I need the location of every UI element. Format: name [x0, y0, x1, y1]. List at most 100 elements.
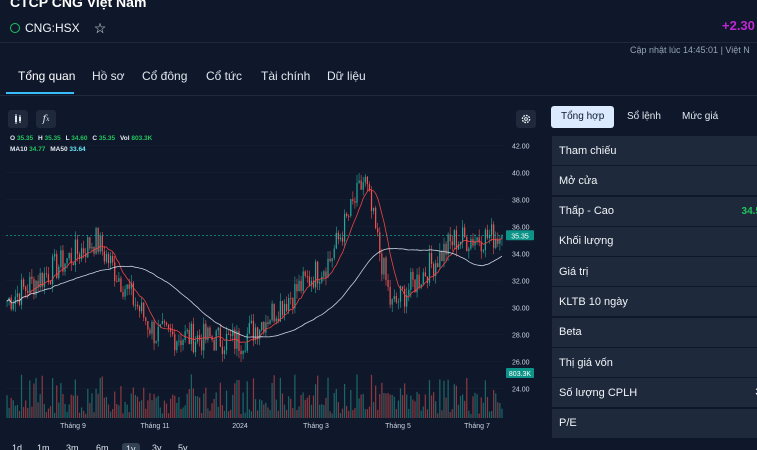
- candle-body: [362, 182, 364, 190]
- volume-bar: [20, 374, 23, 418]
- price-chart[interactable]: 42.0040.0038.0036.0034.0032.0030.0028.00…: [0, 96, 545, 436]
- volume-bar: [230, 409, 232, 418]
- volume-bar: [39, 394, 41, 418]
- timeframe-3y[interactable]: 3y: [152, 443, 162, 450]
- volume-bar: [227, 411, 230, 418]
- candle-body: [33, 279, 35, 295]
- volume-bar: [207, 408, 209, 418]
- volume-bar: [493, 390, 495, 418]
- candle-body: [172, 331, 174, 335]
- tab-data[interactable]: Dữ liệu: [327, 69, 366, 83]
- timeframe-1d[interactable]: 1d: [12, 443, 22, 450]
- candle-body: [337, 232, 339, 240]
- candle-body: [49, 281, 52, 285]
- tab-profile[interactable]: Hồ sơ: [92, 69, 125, 83]
- tab-order-book[interactable]: Sổ lệnh: [617, 106, 671, 128]
- candle-body: [418, 274, 420, 288]
- volume-bar: [368, 406, 371, 418]
- candle-body: [153, 321, 155, 344]
- volume-bar: [464, 400, 466, 418]
- tab-dividends[interactable]: Cổ tức: [206, 69, 242, 83]
- timeframe-1y[interactable]: 1y: [122, 443, 140, 450]
- stats-list: Tham chiếu Mở cửa Thấp - Cao 34.5 Khối lư…: [552, 136, 757, 439]
- candle-body: [464, 227, 466, 237]
- tab-overview[interactable]: Tổng quan: [18, 69, 75, 83]
- candle-body: [385, 257, 387, 280]
- volume-bar: [414, 401, 416, 418]
- volume-bar: [33, 383, 35, 418]
- volume-bar: [331, 413, 333, 418]
- candle-body: [174, 334, 176, 351]
- volume-bar: [211, 403, 213, 418]
- candle-body: [377, 228, 379, 233]
- candle-body: [294, 284, 296, 309]
- volume-bar: [22, 406, 25, 418]
- volume-bar: [101, 376, 103, 418]
- price-tick-label: 26.00: [512, 360, 530, 367]
- stat-pe: P/E: [552, 408, 757, 438]
- volume-bar: [136, 396, 139, 418]
- candle-body: [27, 290, 29, 293]
- timeframe-1m[interactable]: 1m: [37, 443, 50, 450]
- volume-bar: [186, 393, 188, 418]
- stat-label: Mở cửa: [559, 174, 598, 187]
- volume-bar: [83, 410, 85, 418]
- timeframe-6m[interactable]: 6m: [96, 443, 109, 450]
- candle-body: [317, 261, 319, 284]
- volume-bar: [430, 395, 433, 418]
- volume-bar: [356, 374, 358, 418]
- candle-body: [296, 284, 298, 292]
- candle-body: [472, 238, 474, 246]
- volume-bar: [277, 410, 279, 418]
- volume-bar: [70, 394, 72, 418]
- volume-bar: [377, 409, 379, 418]
- candle-body: [194, 341, 197, 353]
- volume-bar: [91, 393, 93, 418]
- candle-body: [290, 297, 292, 299]
- volume-bar: [128, 412, 130, 418]
- volume-bar: [118, 405, 120, 418]
- candle-body: [89, 237, 91, 249]
- volume-bar: [95, 388, 97, 418]
- timeframe-3m[interactable]: 3m: [66, 443, 79, 450]
- candle-body: [358, 180, 360, 183]
- timeframe-5y[interactable]: 5y: [178, 443, 188, 450]
- tab-summary[interactable]: Tổng hợp: [551, 106, 615, 128]
- candle-body: [72, 263, 74, 266]
- volume-bar: [290, 398, 292, 418]
- volume-bar: [232, 394, 234, 418]
- volume-bar: [333, 393, 335, 418]
- volume-bar: [350, 390, 352, 418]
- volume-bar: [180, 408, 182, 418]
- candle-body: [227, 334, 230, 335]
- volume-bar: [404, 383, 406, 418]
- volume-bar: [329, 411, 331, 418]
- volume-bar: [385, 393, 387, 418]
- candle-body: [180, 340, 182, 345]
- stat-value: 34.5: [741, 205, 757, 217]
- candle-body: [149, 329, 151, 334]
- volume-bar: [163, 400, 166, 418]
- volume-bar: [68, 404, 70, 418]
- volume-bar: [54, 412, 56, 418]
- candle-body: [143, 302, 145, 318]
- candle-body: [478, 237, 480, 243]
- volume-bar: [184, 405, 186, 418]
- volume-bar: [364, 409, 366, 418]
- candle-body: [445, 243, 447, 255]
- star-icon[interactable]: ☆: [94, 20, 107, 37]
- tab-financials[interactable]: Tài chính: [261, 69, 310, 83]
- candle-body: [126, 284, 128, 290]
- volume-bar: [279, 377, 282, 418]
- tab-shareholders[interactable]: Cổ đông: [142, 69, 187, 83]
- candle-body: [387, 279, 389, 287]
- candle-body: [354, 201, 356, 203]
- candle-body: [109, 255, 112, 264]
- tab-price-levels[interactable]: Mức giá: [672, 106, 728, 128]
- volume-bar: [288, 396, 290, 418]
- volume-bar: [449, 411, 451, 418]
- chart-panel: fx O 35.35 H 35.35 L 34.60 C 35.35 Vol 8…: [0, 96, 545, 450]
- volume-bar: [151, 400, 153, 418]
- volume-bar: [298, 406, 300, 418]
- volume-bar: [109, 411, 112, 418]
